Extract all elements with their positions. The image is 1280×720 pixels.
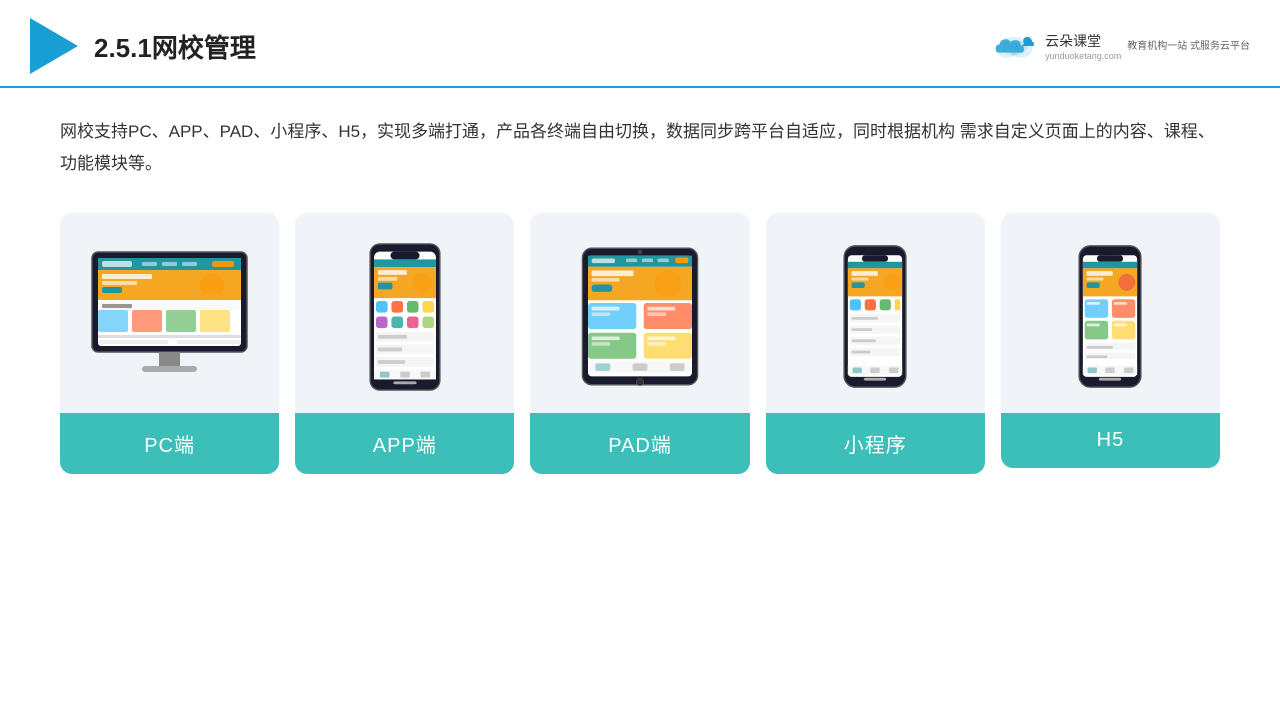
h5-image-area [1001,213,1220,413]
cloud-icon [989,31,1039,61]
miniapp-card: 小程序 [766,213,985,474]
brand-icon: 云朵课堂 yunduoketang.com 教育机构一站 式服务云平台 [989,31,1250,61]
pc-monitor-icon [82,244,257,389]
tablet-icon [575,244,705,389]
app-label: APP端 [295,413,514,474]
h5-label: H5 [1001,413,1220,468]
description-text: 网校支持PC、APP、PAD、小程序、H5，实现多端打通，产品各终端自由切换，数… [60,116,1220,181]
phone-miniapp-icon [839,244,911,389]
brand-url: yunduoketang.com [1045,51,1121,61]
pad-card: PAD端 [530,213,749,474]
brand-logo: 云朵课堂 yunduoketang.com 教育机构一站 式服务云平台 [989,31,1250,61]
miniapp-image-area [766,213,985,413]
phone-app-icon [365,242,445,392]
page-title: 2.5.1网校管理 [94,28,256,65]
brand-name: 云朵课堂 [1045,31,1121,51]
header: 2.5.1网校管理 云朵课堂 yunduoketang.com [0,0,1280,88]
phone-h5-icon [1074,244,1146,389]
miniapp-label: 小程序 [766,413,985,474]
brand-text: 云朵课堂 yunduoketang.com [1045,31,1121,61]
content: 网校支持PC、APP、PAD、小程序、H5，实现多端打通，产品各终端自由切换，数… [0,88,1280,494]
app-image-area [295,213,514,413]
header-left: 2.5.1网校管理 [30,18,256,74]
brand-tagline: 教育机构一站 式服务云平台 [1127,40,1250,53]
logo-triangle-icon [30,18,78,74]
pc-card: PC端 [60,213,279,474]
pc-image-area [60,213,279,413]
cards-container: PC端 [60,213,1220,474]
pad-image-area [530,213,749,413]
app-card: APP端 [295,213,514,474]
header-right: 云朵课堂 yunduoketang.com 教育机构一站 式服务云平台 [989,31,1250,61]
h5-card: H5 [1001,213,1220,468]
pad-label: PAD端 [530,413,749,474]
pc-label: PC端 [60,413,279,474]
